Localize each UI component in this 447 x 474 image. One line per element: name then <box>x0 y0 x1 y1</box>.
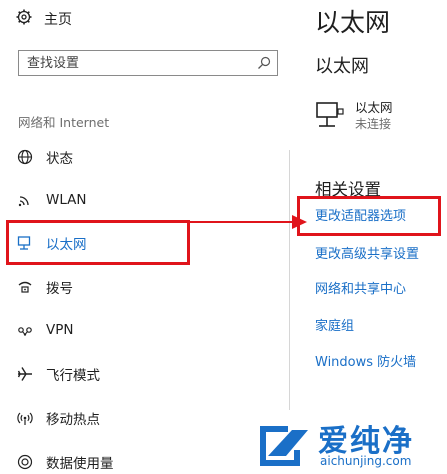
hotspot-icon <box>16 409 34 427</box>
sidebar-item-label: 以太网 <box>46 237 87 253</box>
vpn-icon <box>16 321 34 339</box>
sidebar-item-mobile-hotspot[interactable]: 移动热点 <box>16 406 100 430</box>
settings-search-box[interactable] <box>18 50 278 76</box>
search-input[interactable] <box>27 52 247 74</box>
sidebar-item-vpn[interactable]: VPN <box>16 318 73 342</box>
home-label: 主页 <box>44 12 72 28</box>
pane-divider <box>289 150 290 410</box>
ethernet-icon <box>16 234 34 252</box>
adapter-status: 未连接 <box>355 117 392 131</box>
sidebar-item-label: WLAN <box>46 192 87 208</box>
sidebar-item-wlan[interactable]: WLAN <box>16 188 87 212</box>
sidebar-item-data-usage[interactable]: 数据使用量 <box>16 450 114 474</box>
watermark-logo-icon <box>260 426 308 466</box>
change-adapter-options-link[interactable]: 更改适配器选项 <box>315 205 406 224</box>
sidebar-item-dialup[interactable]: 拨号 <box>16 275 73 299</box>
wifi-icon <box>16 191 34 209</box>
network-sharing-center-link[interactable]: 网络和共享中心 <box>315 278 406 297</box>
page-title: 以太网 <box>315 8 391 37</box>
site-watermark: 爱纯净 aichunjing.com <box>256 418 444 470</box>
sidebar-item-label: 数据使用量 <box>46 456 114 472</box>
sidebar-item-status[interactable]: 状态 <box>16 145 73 169</box>
sidebar-item-label: 飞行模式 <box>46 368 100 384</box>
home-nav-item[interactable]: 主页 <box>16 8 72 30</box>
sidebar-item-airplane-mode[interactable]: 飞行模式 <box>16 362 100 386</box>
status-globe-icon <box>16 148 34 166</box>
windows-firewall-link[interactable]: Windows 防火墙 <box>315 351 416 370</box>
watermark-text-en: aichunjing.com <box>320 454 412 468</box>
sidebar-item-label: 拨号 <box>46 281 73 297</box>
ethernet-adapter-item[interactable]: 以太网 未连接 <box>315 100 393 134</box>
adapter-name: 以太网 <box>355 100 393 115</box>
sidebar-item-label: VPN <box>46 322 74 338</box>
search-icon[interactable] <box>257 55 271 74</box>
change-advanced-sharing-link[interactable]: 更改高级共享设置 <box>315 243 419 262</box>
section-title: 网络和 Internet <box>18 115 110 130</box>
sidebar-item-ethernet[interactable]: 以太网 <box>16 231 87 255</box>
sidebar-item-label: 移动热点 <box>46 412 100 428</box>
gear-icon <box>16 9 32 29</box>
dialup-icon <box>16 278 34 296</box>
sidebar-item-label: 状态 <box>46 151 73 167</box>
ethernet-adapter-icon <box>315 100 345 134</box>
homegroup-link[interactable]: 家庭组 <box>315 315 354 334</box>
section-heading: 以太网 <box>315 56 369 77</box>
airplane-icon <box>16 365 34 383</box>
red-arrow-annotation <box>190 215 307 229</box>
data-usage-icon <box>16 453 34 471</box>
